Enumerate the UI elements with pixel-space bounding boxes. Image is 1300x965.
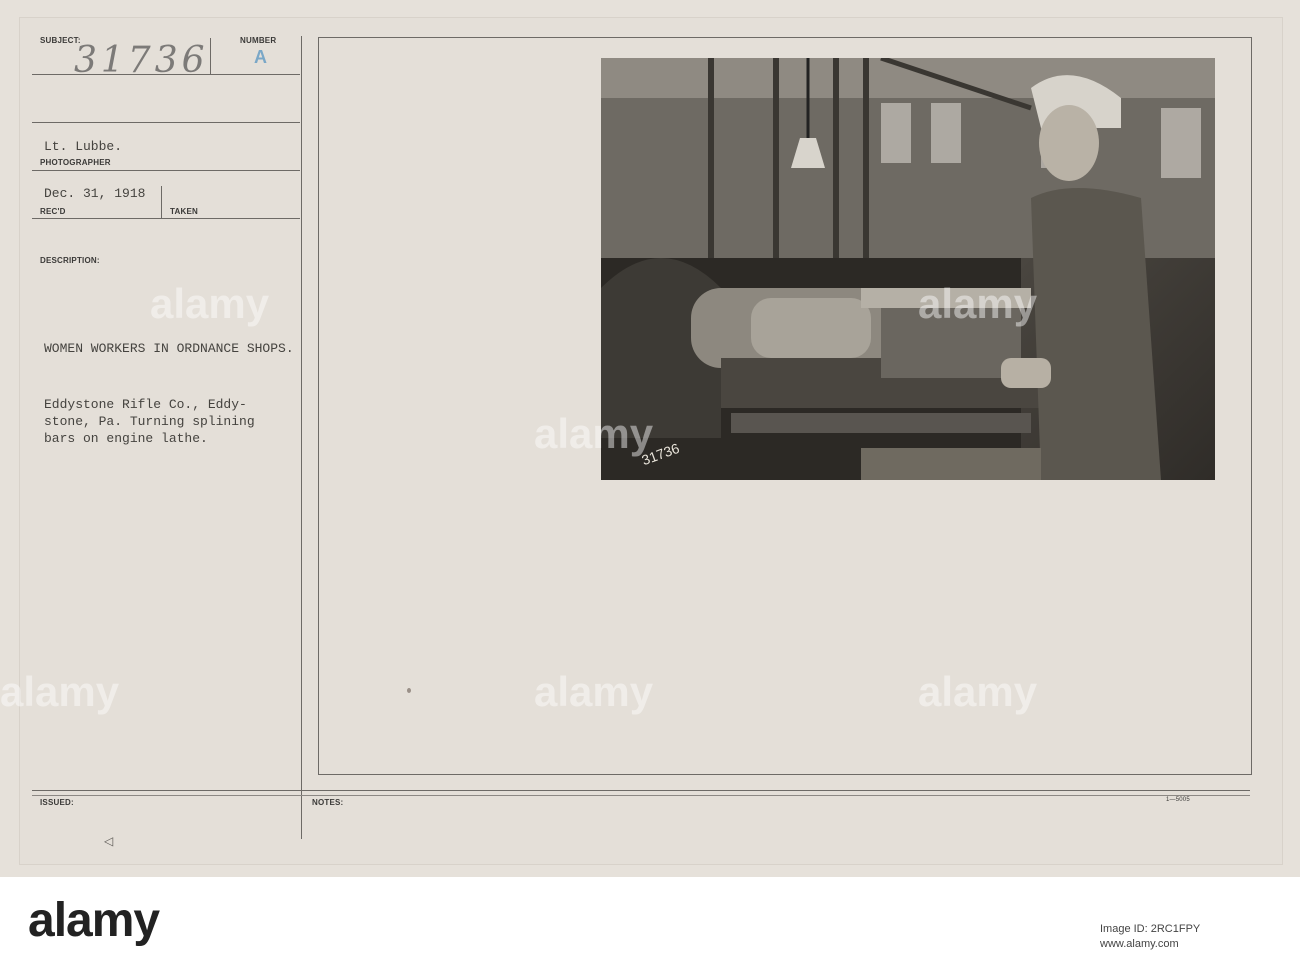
footer-logo[interactable]: alamy <box>28 893 160 948</box>
number-value: A <box>254 47 267 67</box>
stock-footer: alamy <box>0 877 1300 965</box>
taken-label: TAKEN <box>170 207 198 216</box>
description-label: DESCRIPTION: <box>40 256 100 265</box>
divider-recd-taken <box>161 186 162 218</box>
issued-label: ISSUED: <box>40 798 74 807</box>
photographer-name: Lt. Lubbe. <box>44 139 123 154</box>
received-date: Dec. 31, 1918 <box>44 186 146 201</box>
photograph: 31736 <box>601 58 1215 480</box>
watermark-right-bottom: alamy <box>918 668 1038 715</box>
notes-label: NOTES: <box>312 798 344 807</box>
image-id: Image ID: 2RC1FPY <box>1100 923 1201 935</box>
number-label: NUMBER <box>240 36 277 45</box>
watermark-right-top: alamy <box>918 280 1038 327</box>
rule-footer <box>32 790 1250 791</box>
watermark-center-bottom: alamy <box>534 668 654 715</box>
subject-number: 31736 <box>74 40 209 81</box>
recd-label: REC'D <box>40 207 66 216</box>
watermark-center: alamy <box>534 410 654 457</box>
watermark-left-top: alamy <box>150 280 270 327</box>
rule-photographer <box>32 170 300 171</box>
divider-subject-number <box>210 38 211 74</box>
photographer-label: PHOTOGRAPHER <box>40 158 111 167</box>
photo-scene <box>601 58 1215 480</box>
description-body: Eddystone Rifle Co., Eddy- stone, Pa. Tu… <box>44 397 255 446</box>
divider-left-column <box>301 36 302 839</box>
description-title: WOMEN WORKERS IN ORDNANCE SHOPS. <box>44 341 294 356</box>
rule-footer-2 <box>32 795 1250 796</box>
footer-url[interactable]: www.alamy.com <box>1100 938 1179 950</box>
form-code: 1—5005 <box>1166 797 1190 803</box>
watermark-left-bottom: alamy <box>0 668 120 715</box>
archive-card: SUBJECT: 31736 NUMBER A Lt. Lubbe. PHOTO… <box>0 0 1300 877</box>
rule-date <box>32 218 300 219</box>
triangle-mark-icon: ◁ <box>104 834 114 848</box>
rule-header-bottom <box>32 122 300 123</box>
